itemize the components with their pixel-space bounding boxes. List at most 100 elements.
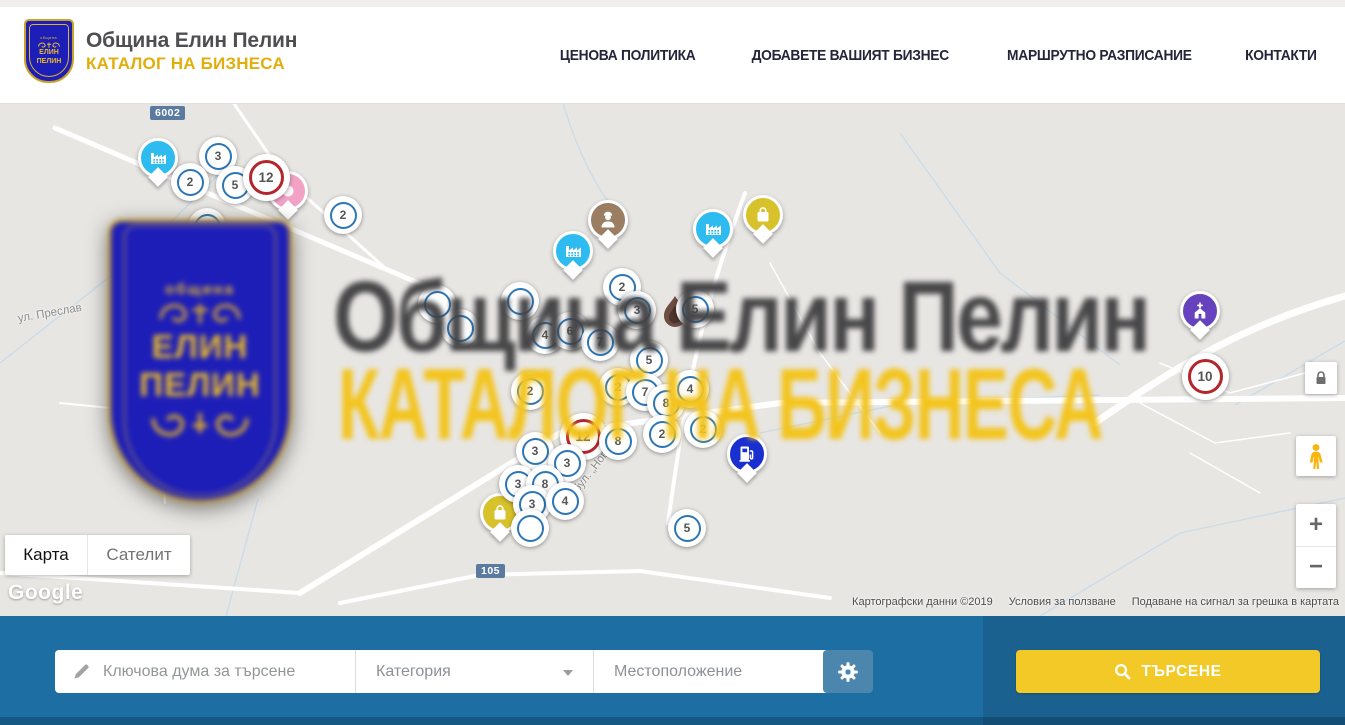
crest-name-1: ЕЛИН (39, 49, 59, 58)
map-cluster[interactable]: 4 (671, 370, 709, 408)
zoom-out-button[interactable]: − (1296, 547, 1336, 589)
map-cluster[interactable] (511, 509, 549, 547)
page: община ЕЛИН ПЕЛИН Община Елин Пелин КАТА… (0, 0, 1345, 725)
crest-logo-icon: община ЕЛИН ПЕЛИН (24, 19, 74, 83)
nav-item-contacts[interactable]: КОНТАКТИ (1245, 47, 1317, 64)
google-logo[interactable]: Google (8, 581, 83, 605)
map-attribution: Картографски данни ©2019 Условия за полз… (852, 596, 1339, 608)
cluster-count: 2 (177, 169, 204, 196)
logo-text: Община Елин Пелин КАТАЛОГ НА БИЗНЕСА (86, 29, 297, 74)
nav-item-add-business[interactable]: ДОБАВЕТЕ ВАШИЯТ БИЗНЕС (752, 47, 949, 64)
shopping-bag-pin[interactable] (743, 195, 783, 235)
search-bar: Категория Местоположение (55, 650, 868, 693)
crest-name-2: ПЕЛИН (37, 58, 62, 67)
lock-button[interactable] (1305, 362, 1337, 394)
map-cluster[interactable] (501, 282, 539, 320)
pegman-icon (1306, 443, 1326, 470)
cluster-count: 4 (552, 488, 579, 515)
advanced-settings-button[interactable] (823, 650, 873, 693)
nav-item-route-schedule[interactable]: МАРШРУТНО РАЗПИСАНИЕ (1007, 47, 1192, 64)
map-cluster[interactable] (441, 309, 479, 347)
map-cluster[interactable] (188, 208, 226, 246)
cluster-count: 7 (587, 329, 614, 356)
cluster-count: 2 (690, 416, 717, 443)
map-cluster[interactable]: 5 (676, 290, 714, 328)
shopping-bag-icon (489, 502, 511, 524)
cluster-count (507, 288, 534, 315)
map-cluster[interactable]: 2 (684, 410, 722, 448)
zoom-in-button[interactable]: + (1296, 504, 1336, 547)
header: община ЕЛИН ПЕЛИН Община Елин Пелин КАТА… (0, 7, 1345, 104)
keyword-section (55, 650, 356, 693)
cluster-count: 2 (649, 421, 676, 448)
location-select-value: Местоположение (614, 663, 742, 681)
main-nav: ЦЕНОВА ПОЛИТИКА ДОБАВЕТЕ ВАШИЯТ БИЗНЕС М… (554, 7, 1320, 103)
map-cluster[interactable]: 2 (643, 415, 681, 453)
map-cluster[interactable]: 5 (668, 509, 706, 547)
nav-item-pricing[interactable]: ЦЕНОВА ПОЛИТИКА (559, 47, 695, 64)
church-icon (1189, 300, 1211, 322)
top-strip (0, 0, 1345, 7)
cluster-count: 5 (636, 347, 663, 374)
map-cluster[interactable]: 2 (171, 163, 209, 201)
ornament-icon (36, 41, 62, 49)
cluster-count: 12 (249, 160, 284, 195)
cluster-count: 2 (330, 202, 357, 229)
map-cluster[interactable]: 2 (511, 372, 549, 410)
category-select[interactable]: Категория (356, 650, 594, 693)
cluster-count: 3 (205, 143, 232, 170)
attribution-report-link[interactable]: Подаване на сигнал за грешка в картата (1132, 596, 1339, 608)
fuel-pump-icon (736, 443, 758, 465)
cluster-count: 5 (674, 515, 701, 542)
factory-pin[interactable] (553, 231, 593, 271)
church-pin[interactable] (1180, 291, 1220, 331)
crest-top-label: община (41, 35, 58, 40)
factory-icon (562, 240, 584, 262)
cluster-count: 3 (522, 438, 549, 465)
worker-icon (597, 209, 619, 231)
map-cluster[interactable]: 12 (243, 154, 290, 201)
cluster-count: 5 (682, 296, 709, 323)
chevron-down-icon (563, 670, 573, 676)
factory-pin[interactable] (138, 138, 178, 178)
pegman-button[interactable] (1296, 436, 1336, 476)
attribution-terms-link[interactable]: Условия за ползване (1009, 596, 1116, 608)
factory-icon (147, 147, 169, 169)
map-cluster[interactable]: 10 (1182, 353, 1229, 400)
category-select-value: Категория (376, 663, 451, 681)
map-type-map-button[interactable]: Карта (5, 535, 88, 575)
map-cluster[interactable]: 8 (599, 422, 637, 460)
cluster-count: 10 (1188, 359, 1223, 394)
site-title: Община Елин Пелин (86, 29, 297, 52)
map-cluster[interactable]: 3 (618, 291, 656, 329)
cluster-count: 3 (624, 297, 651, 324)
cluster-count: 4 (677, 376, 704, 403)
map-cluster[interactable]: 4 (546, 482, 584, 520)
cluster-count: 8 (605, 428, 632, 455)
attribution-data: Картографски данни ©2019 (852, 596, 993, 608)
bottom-shade (0, 717, 1345, 725)
search-input[interactable] (101, 662, 355, 682)
cluster-count: 6 (557, 318, 584, 345)
site-subtitle: КАТАЛОГ НА БИЗНЕСА (86, 55, 297, 74)
cluster-count (447, 315, 474, 342)
factory-pin[interactable] (693, 209, 733, 249)
map[interactable]: ул. Преславбул. „Новосел 6002105 (0, 103, 1345, 616)
worker-pin[interactable] (588, 200, 628, 240)
gear-icon (837, 661, 859, 683)
search-button-label: ТЪРСЕНЕ (1141, 663, 1221, 681)
road-badge: 6002 (150, 106, 185, 120)
map-cluster[interactable]: 2 (324, 196, 362, 234)
shopping-bag-icon (752, 204, 774, 226)
factory-icon (702, 218, 724, 240)
site-logo[interactable]: община ЕЛИН ПЕЛИН Община Елин Пелин КАТА… (24, 19, 297, 83)
fuel-pump-pin[interactable] (727, 434, 767, 474)
zoom-control: + − (1296, 504, 1336, 588)
map-type-satellite-button[interactable]: Сателит (88, 535, 190, 575)
cluster-count (194, 214, 221, 241)
search-button[interactable]: ТЪРСЕНЕ (1016, 650, 1320, 693)
map-cluster[interactable]: 7 (581, 323, 619, 361)
road-badge: 105 (476, 564, 505, 578)
map-type-control: Карта Сателит (5, 535, 190, 575)
cluster-count (517, 515, 544, 542)
